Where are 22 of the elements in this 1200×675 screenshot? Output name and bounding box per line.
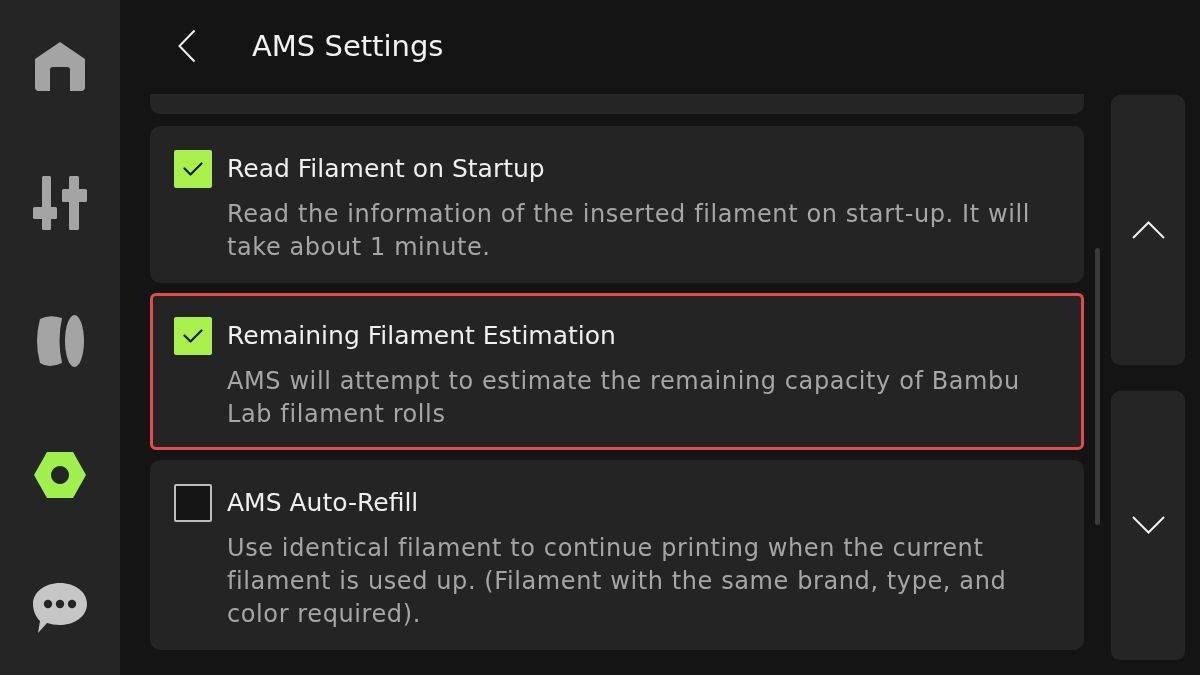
checkbox[interactable] bbox=[174, 150, 212, 188]
scrollbar-thumb[interactable] bbox=[1095, 248, 1100, 525]
spool-icon[interactable] bbox=[36, 315, 84, 367]
back-button[interactable] bbox=[178, 29, 196, 63]
setting-title: Remaining Filament Estimation bbox=[227, 320, 616, 352]
check-icon bbox=[183, 162, 203, 176]
page-title: AMS Settings bbox=[252, 29, 444, 63]
checkbox[interactable] bbox=[174, 317, 212, 355]
chevron-down-icon bbox=[1131, 516, 1165, 535]
setting-title: Read Filament on Startup bbox=[227, 153, 545, 185]
hex-nut-icon[interactable] bbox=[34, 451, 86, 498]
back-icon bbox=[178, 29, 196, 63]
setting-description: Use identical filament to continue printing when the current filament is used up. (Filament with the same brand, type, and color required). bbox=[227, 533, 1008, 630]
check-icon bbox=[183, 329, 203, 343]
chevron-up-icon bbox=[1131, 220, 1165, 239]
setting-title: AMS Auto-Refill bbox=[227, 487, 419, 519]
setting-description: Read the information of the inserted filament on start-up. It will take about 1 minute. bbox=[227, 199, 1031, 263]
checkbox[interactable] bbox=[174, 484, 212, 522]
sliders-icon[interactable] bbox=[33, 176, 87, 231]
chat-icon[interactable] bbox=[33, 582, 87, 633]
setting-description: AMS will attempt to estimate the remaining capacity of Bambu Lab filament rolls bbox=[227, 366, 1021, 430]
home-icon[interactable] bbox=[35, 42, 85, 92]
